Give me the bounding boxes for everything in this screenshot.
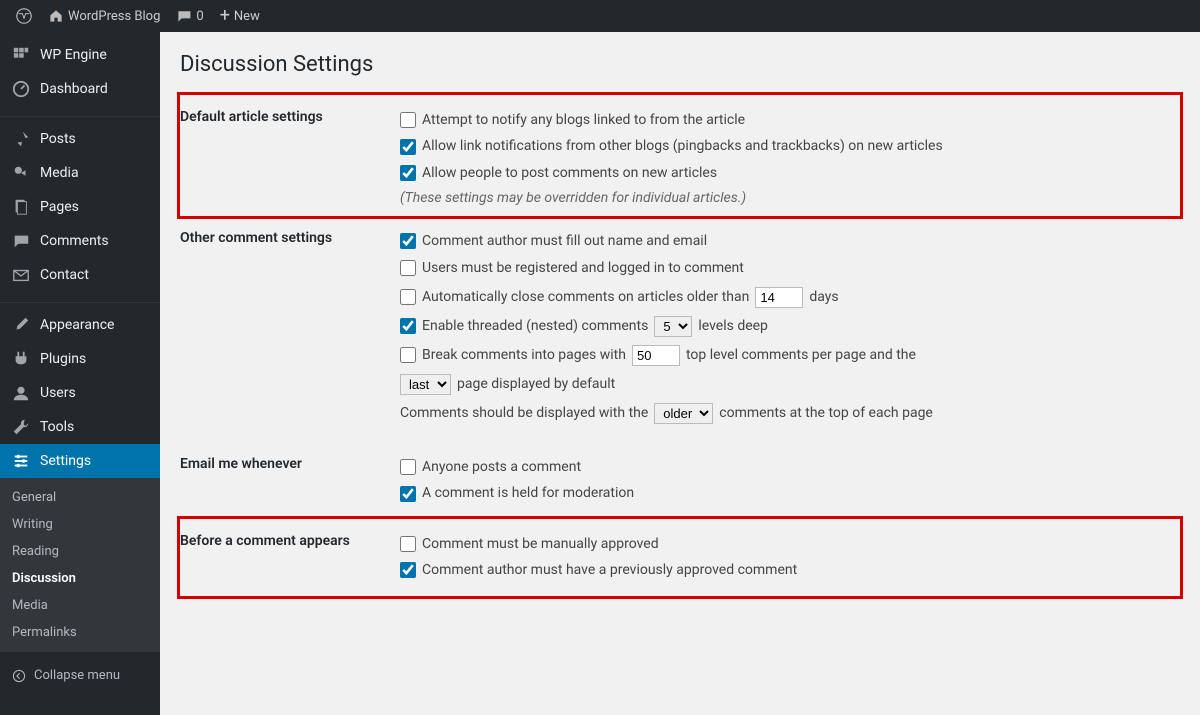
- default-opt3-checkbox[interactable]: [400, 165, 416, 181]
- site-name-button[interactable]: WordPress Blog: [40, 0, 168, 32]
- default-opt2-row[interactable]: Allow link notifications from other blog…: [400, 135, 1180, 157]
- auto-close-days-input[interactable]: [755, 287, 803, 308]
- before-opt1-checkbox[interactable]: [400, 536, 416, 552]
- submenu-writing[interactable]: Writing: [0, 511, 160, 538]
- sidebar-item-media[interactable]: Media: [0, 156, 160, 190]
- brush-icon: [12, 316, 30, 334]
- auto-close-checkbox[interactable]: [400, 289, 416, 305]
- email-opt1-row[interactable]: Anyone posts a comment: [400, 456, 1180, 478]
- page-title: Discussion Settings: [180, 52, 1180, 77]
- new-label: New: [234, 9, 260, 24]
- submenu-media[interactable]: Media: [0, 592, 160, 619]
- sidebar-item-users[interactable]: Users: [0, 376, 160, 410]
- separator: [0, 297, 160, 303]
- plugin-icon: [12, 350, 30, 368]
- settings-icon: [12, 452, 30, 470]
- comments-button[interactable]: 0: [168, 0, 211, 32]
- default-opt2-checkbox[interactable]: [400, 139, 416, 155]
- wp-logo-button[interactable]: [8, 0, 40, 32]
- default-note: (These settings may be overridden for in…: [400, 190, 1180, 206]
- paginate-checkbox[interactable]: [400, 347, 416, 363]
- threaded-levels-select[interactable]: 5: [654, 316, 692, 337]
- mail-icon: [12, 266, 30, 284]
- other-opt2-checkbox[interactable]: [400, 260, 416, 276]
- wordpress-icon: [16, 8, 32, 24]
- sidebar-item-dashboard[interactable]: Dashboard: [0, 72, 160, 106]
- threaded-post: levels deep: [698, 318, 768, 334]
- default-page-post: page displayed by default: [457, 376, 615, 392]
- sidebar-item-comments[interactable]: Comments: [0, 224, 160, 258]
- section-default-article-heading: Default article settings: [180, 95, 400, 216]
- before-opt2-row[interactable]: Comment author must have a previously ap…: [400, 559, 1180, 581]
- paginate-pre: Break comments into pages with: [422, 347, 626, 363]
- section-email-heading: Email me whenever: [180, 442, 400, 519]
- before-opt1-row[interactable]: Comment must be manually approved: [400, 533, 1180, 555]
- site-name-label: WordPress Blog: [68, 9, 160, 24]
- default-opt3-row[interactable]: Allow people to post comments on new art…: [400, 162, 1180, 184]
- admin-sidebar: WP Engine Dashboard Posts Media Pages Co…: [0, 32, 160, 715]
- collapse-menu-button[interactable]: Collapse menu: [0, 658, 160, 693]
- sidebar-item-posts[interactable]: Posts: [0, 122, 160, 156]
- sidebar-item-appearance[interactable]: Appearance: [0, 308, 160, 342]
- threaded-pre: Enable threaded (nested) comments: [422, 318, 648, 334]
- sidebar-item-tools[interactable]: Tools: [0, 410, 160, 444]
- default-page-select[interactable]: last: [400, 374, 451, 395]
- email-opt1-checkbox[interactable]: [400, 459, 416, 475]
- wpengine-icon: [12, 46, 30, 64]
- email-opt2-checkbox[interactable]: [400, 486, 416, 502]
- plus-icon: +: [220, 7, 230, 25]
- pin-icon: [12, 130, 30, 148]
- wrench-icon: [12, 418, 30, 436]
- comment-count: 0: [196, 9, 203, 24]
- page-icon: [12, 198, 30, 216]
- comments-icon: [12, 232, 30, 250]
- submenu-general[interactable]: General: [0, 484, 160, 511]
- admin-toolbar: WordPress Blog 0 + New: [0, 0, 1200, 32]
- settings-submenu: General Writing Reading Discussion Media…: [0, 478, 160, 652]
- main-content: Discussion Settings Default article sett…: [160, 32, 1200, 715]
- email-opt2-row[interactable]: A comment is held for moderation: [400, 482, 1180, 504]
- sidebar-item-settings[interactable]: Settings: [0, 444, 160, 478]
- sidebar-item-contact[interactable]: Contact: [0, 258, 160, 292]
- order-pre: Comments should be displayed with the: [400, 405, 648, 421]
- separator: [0, 111, 160, 117]
- default-opt1-row[interactable]: Attempt to notify any blogs linked to fr…: [400, 109, 1180, 131]
- dashboard-icon: [12, 80, 30, 98]
- auto-close-post: days: [809, 289, 838, 305]
- sidebar-item-pages[interactable]: Pages: [0, 190, 160, 224]
- collapse-icon: [12, 669, 26, 683]
- section-before-heading: Before a comment appears: [180, 519, 400, 596]
- section-other-comment-heading: Other comment settings: [180, 216, 400, 442]
- default-opt1-checkbox[interactable]: [400, 112, 416, 128]
- other-opt1-checkbox[interactable]: [400, 233, 416, 249]
- before-opt2-checkbox[interactable]: [400, 562, 416, 578]
- other-opt2-row[interactable]: Users must be registered and logged in t…: [400, 257, 1180, 279]
- submenu-permalinks[interactable]: Permalinks: [0, 619, 160, 646]
- comment-order-select[interactable]: older: [654, 403, 713, 424]
- paginate-perpage-input[interactable]: [632, 345, 680, 366]
- sidebar-item-plugins[interactable]: Plugins: [0, 342, 160, 376]
- home-icon: [48, 8, 64, 24]
- order-post: comments at the top of each page: [719, 405, 933, 421]
- auto-close-pre: Automatically close comments on articles…: [422, 289, 749, 305]
- comment-icon: [176, 8, 192, 24]
- user-icon: [12, 384, 30, 402]
- media-icon: [12, 164, 30, 182]
- submenu-discussion[interactable]: Discussion: [0, 565, 160, 592]
- new-button[interactable]: + New: [212, 0, 268, 32]
- threaded-checkbox[interactable]: [400, 318, 416, 334]
- paginate-mid: top level comments per page and the: [686, 347, 916, 363]
- sidebar-item-wpengine[interactable]: WP Engine: [0, 38, 160, 72]
- submenu-reading[interactable]: Reading: [0, 538, 160, 565]
- other-opt1-row[interactable]: Comment author must fill out name and em…: [400, 230, 1180, 252]
